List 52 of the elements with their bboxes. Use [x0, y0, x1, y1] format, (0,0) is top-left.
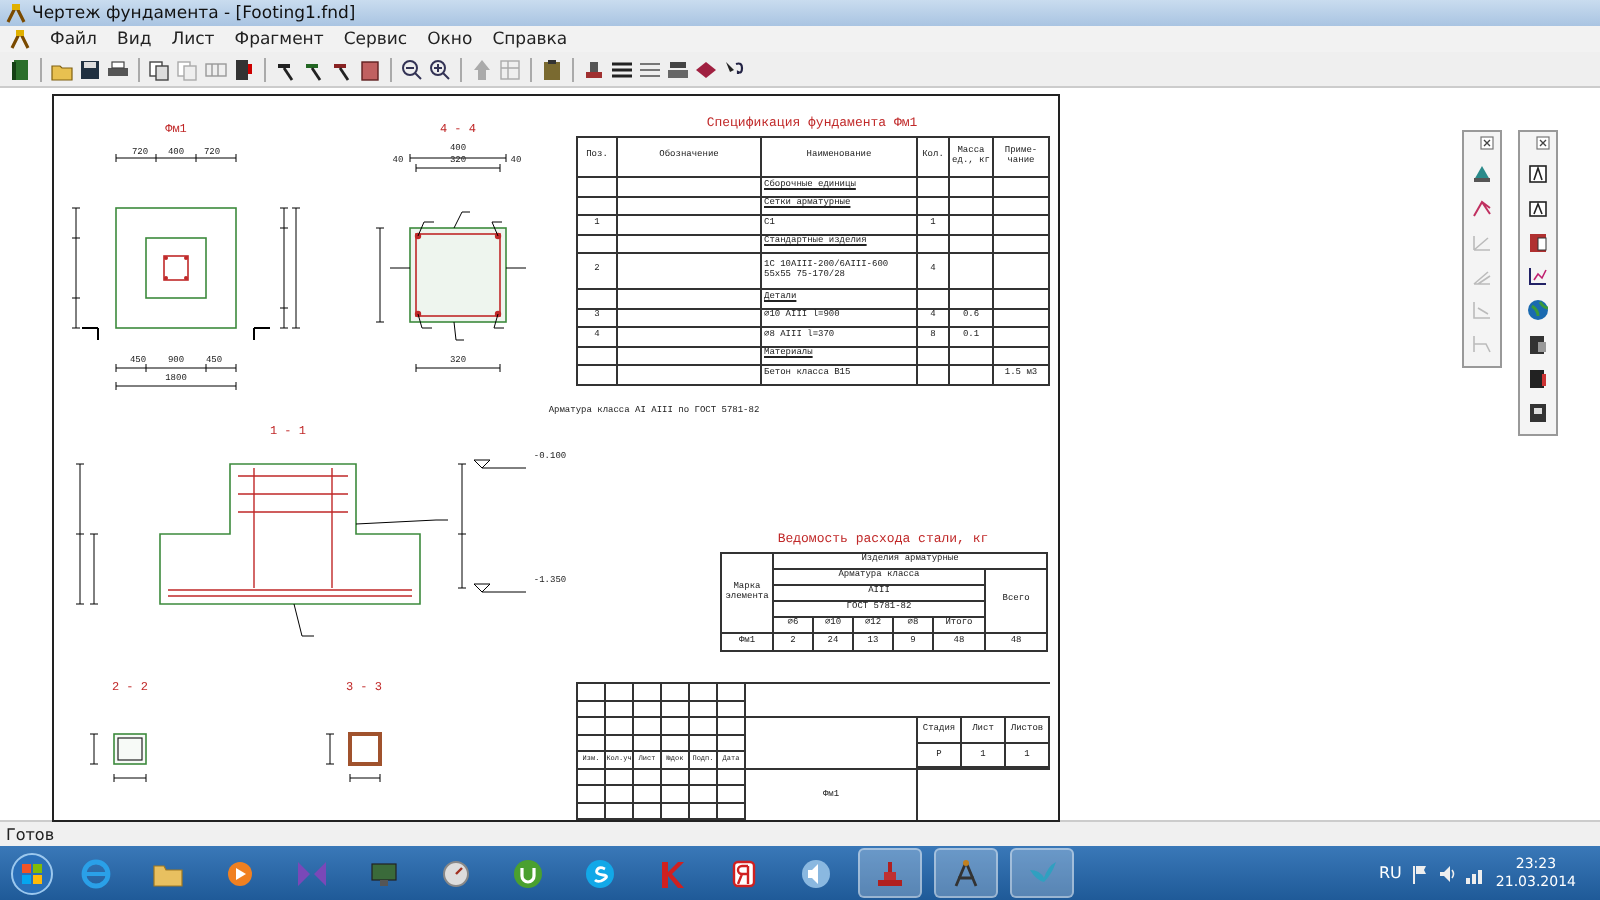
chart-icon[interactable] — [1526, 264, 1550, 288]
window-title: Чертеж фундамента - [Footing1.fnd] — [32, 3, 356, 23]
status-text: Готов — [6, 825, 55, 843]
frame-icon[interactable] — [1526, 162, 1550, 186]
zoom-out-icon[interactable] — [400, 57, 424, 81]
triangle-icon[interactable] — [1470, 162, 1494, 186]
bowtie-icon — [296, 857, 328, 889]
stack-icon[interactable] — [666, 57, 690, 81]
globe-icon[interactable] — [1526, 298, 1550, 322]
document-icon[interactable] — [1526, 366, 1550, 390]
speaker-icon[interactable] — [1437, 863, 1456, 883]
printer-icon[interactable] — [106, 57, 130, 81]
compass-icon — [6, 3, 26, 23]
branch-icon[interactable] — [1470, 196, 1494, 220]
taskbar-button[interactable] — [934, 848, 998, 898]
speaker-icon — [800, 857, 832, 889]
globe-icon — [80, 857, 112, 889]
menu-item[interactable]: Сервис — [343, 29, 408, 49]
close-icon[interactable] — [1536, 136, 1550, 150]
compass-icon[interactable] — [10, 29, 30, 49]
document-icon[interactable] — [358, 57, 382, 81]
lines-icon[interactable] — [610, 57, 634, 81]
dial-icon — [440, 857, 472, 889]
compass-icon — [950, 857, 982, 889]
menu-item[interactable]: Вид — [116, 29, 152, 49]
menu-item[interactable]: Лист — [171, 29, 215, 49]
flag-icon[interactable] — [1411, 863, 1428, 883]
clipboard-icon[interactable] — [540, 57, 564, 81]
document-icon[interactable] — [1526, 230, 1550, 254]
menu-item[interactable]: Фрагмент — [234, 29, 324, 49]
square-section-drawing — [325, 732, 382, 783]
square-section-drawing — [89, 733, 147, 783]
menu-item[interactable]: Справка — [492, 29, 568, 49]
monitor-icon — [368, 857, 400, 889]
copy-icon[interactable] — [148, 57, 172, 81]
document-icon[interactable] — [1526, 332, 1550, 356]
stamp-icon[interactable] — [582, 57, 606, 81]
frame-icon[interactable] — [1526, 196, 1550, 220]
zoom-in-icon[interactable] — [428, 57, 452, 81]
document-icon[interactable] — [232, 57, 256, 81]
menu-item[interactable]: Файл — [50, 29, 97, 49]
start-button[interactable] — [10, 851, 54, 895]
elevation-drawing — [457, 459, 527, 593]
close-icon[interactable] — [1480, 136, 1494, 150]
taskbar-button[interactable] — [858, 848, 922, 898]
tag-icon — [728, 857, 760, 889]
language-indicator[interactable]: RU — [1378, 864, 1402, 882]
round-icon — [512, 857, 544, 889]
play-icon — [224, 857, 256, 889]
foundation-icon — [874, 857, 906, 889]
menu-item[interactable]: Окно — [427, 29, 473, 49]
document-icon[interactable] — [1526, 400, 1550, 424]
